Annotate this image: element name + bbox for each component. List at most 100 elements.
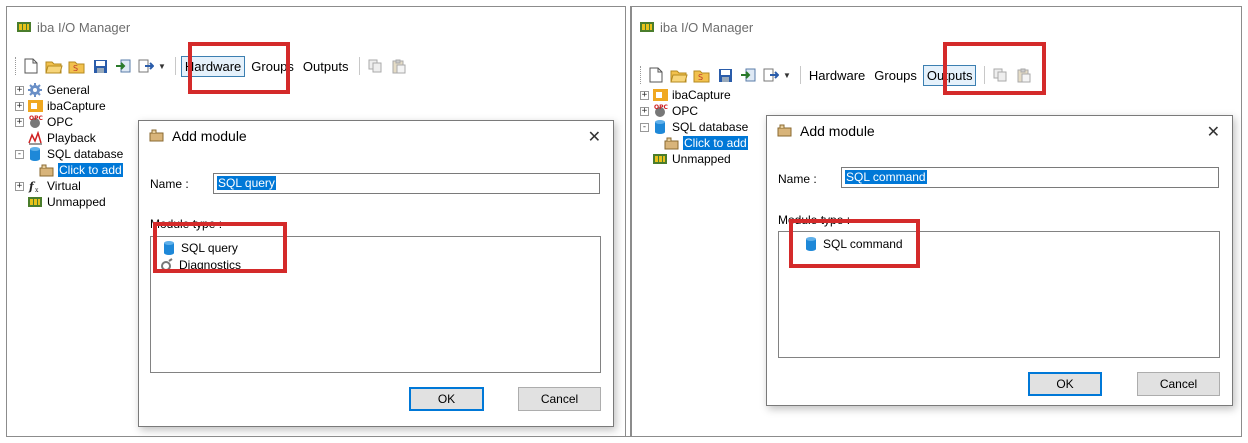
tree-item-opc[interactable]: + OPC OPC <box>640 103 749 119</box>
add-module-icon <box>149 128 165 145</box>
capture-icon <box>27 99 43 113</box>
module-tree: + ibaCapture + OPC OPC - SQL database Cl… <box>640 87 749 167</box>
name-field[interactable]: SQL command <box>841 167 1219 188</box>
window-title: iba I/O Manager <box>37 19 131 35</box>
tree-item-click-to-add[interactable]: Click to add <box>640 135 749 151</box>
unmapped-icon <box>652 152 668 166</box>
playback-icon <box>27 131 43 145</box>
window-title: iba I/O Manager <box>660 19 754 35</box>
dialog-title: Add module <box>172 128 247 144</box>
left-window: iba I/O Manager S ▼ Hardware Groups Outp… <box>6 6 625 436</box>
chevron-down-icon[interactable]: ▼ <box>158 62 166 71</box>
save-icon[interactable] <box>715 65 735 85</box>
close-icon[interactable]: ✕ <box>1207 122 1220 142</box>
tree-item-virtual[interactable]: + fx Virtual <box>15 178 124 194</box>
cancel-button[interactable]: Cancel <box>518 387 601 411</box>
toolbar-separator <box>799 66 801 84</box>
new-icon[interactable] <box>21 56 41 76</box>
import-icon[interactable] <box>738 65 758 85</box>
svg-text:OPC: OPC <box>654 104 668 111</box>
database-icon <box>652 120 668 134</box>
tree-item-general[interactable]: + General <box>15 82 124 98</box>
expand-icon[interactable]: + <box>640 106 649 116</box>
tree-item-label: SQL database <box>672 120 749 134</box>
tab-outputs[interactable]: Outputs <box>300 57 352 76</box>
dialog-title-bar: Add module <box>139 121 613 151</box>
tree-item-unmapped[interactable]: Unmapped <box>15 194 124 210</box>
highlight-box-module-type <box>789 219 920 268</box>
tree-item-sql-database[interactable]: - SQL database <box>640 119 749 135</box>
name-label: Name : <box>778 172 817 186</box>
tree-item-label: OPC <box>672 104 699 118</box>
tree-item-label: General <box>47 83 90 97</box>
paste-icon[interactable] <box>388 56 408 76</box>
tree-item-label: OPC <box>47 115 74 129</box>
right-window: iba I/O Manager S ▼ Hardware Groups Outp… <box>631 6 1242 436</box>
dialog-title: Add module <box>800 123 875 139</box>
opc-icon: OPC <box>27 115 43 129</box>
ok-button[interactable]: OK <box>1028 372 1102 396</box>
opc-icon: OPC <box>652 104 668 118</box>
svg-text:OPC: OPC <box>29 115 43 122</box>
tree-item-click-to-add[interactable]: Click to add <box>15 162 124 178</box>
export-icon[interactable] <box>136 56 156 76</box>
collapse-icon[interactable]: - <box>15 149 24 159</box>
expand-icon[interactable]: + <box>15 85 24 95</box>
save-icon[interactable] <box>90 56 110 76</box>
tree-item-label: Unmapped <box>672 152 731 166</box>
title-bar: iba I/O Manager <box>7 7 625 47</box>
tree-item-label: SQL database <box>47 147 124 161</box>
add-module-icon <box>39 163 55 177</box>
copy-icon[interactable] <box>365 56 385 76</box>
new-icon[interactable] <box>646 65 666 85</box>
svg-text:S: S <box>73 64 78 73</box>
unmapped-icon <box>27 195 43 209</box>
toolbar-grip[interactable] <box>15 57 17 75</box>
tab-groups[interactable]: Groups <box>871 66 920 85</box>
iba-app-icon <box>17 21 31 33</box>
tree-item-ibacapture[interactable]: + ibaCapture <box>15 98 124 114</box>
collapse-icon[interactable]: - <box>640 122 649 132</box>
toolbar-separator <box>359 57 361 75</box>
expand-icon[interactable]: + <box>15 117 24 127</box>
name-label: Name : <box>150 177 189 191</box>
svg-text:x: x <box>35 187 39 193</box>
tree-item-label: ibaCapture <box>672 88 731 102</box>
export-icon[interactable] <box>761 65 781 85</box>
tree-item-unmapped[interactable]: Unmapped <box>640 151 749 167</box>
open-folder-icon[interactable] <box>669 65 689 85</box>
expand-icon[interactable]: + <box>15 181 24 191</box>
tree-item-opc[interactable]: + OPC OPC <box>15 114 124 130</box>
dialog-title-bar: Add module <box>767 116 1232 146</box>
frame-edge <box>6 436 1242 437</box>
tree-item-ibacapture[interactable]: + ibaCapture <box>640 87 749 103</box>
database-icon <box>27 147 43 161</box>
highlight-box-outputs <box>943 42 1046 95</box>
tree-item-label: ibaCapture <box>47 99 106 113</box>
toolbar-grip[interactable] <box>640 66 642 84</box>
open-special-icon[interactable]: S <box>692 65 712 85</box>
gear-icon <box>27 83 43 97</box>
chevron-down-icon[interactable]: ▼ <box>783 71 791 80</box>
name-field[interactable]: SQL query <box>213 173 600 194</box>
module-tree: + General + ibaCapture + OPC OPC Playbac… <box>15 82 124 210</box>
add-module-icon <box>777 123 793 140</box>
tree-item-playback[interactable]: Playback <box>15 130 124 146</box>
tree-item-label: Click to add <box>58 163 123 177</box>
name-value: SQL query <box>217 176 276 190</box>
capture-icon <box>652 88 668 102</box>
tab-hardware[interactable]: Hardware <box>806 66 868 85</box>
close-icon[interactable]: ✕ <box>588 127 601 147</box>
tree-item-label: Unmapped <box>47 195 106 209</box>
ok-button[interactable]: OK <box>409 387 484 411</box>
import-icon[interactable] <box>113 56 133 76</box>
open-folder-icon[interactable] <box>44 56 64 76</box>
expand-icon[interactable]: + <box>640 90 649 100</box>
tree-item-sql-database[interactable]: - SQL database <box>15 146 124 162</box>
function-icon: fx <box>27 179 43 193</box>
highlight-box-module-type <box>153 222 287 273</box>
iba-app-icon <box>640 21 654 33</box>
open-special-icon[interactable]: S <box>67 56 87 76</box>
cancel-button[interactable]: Cancel <box>1137 372 1220 396</box>
expand-icon[interactable]: + <box>15 101 24 111</box>
